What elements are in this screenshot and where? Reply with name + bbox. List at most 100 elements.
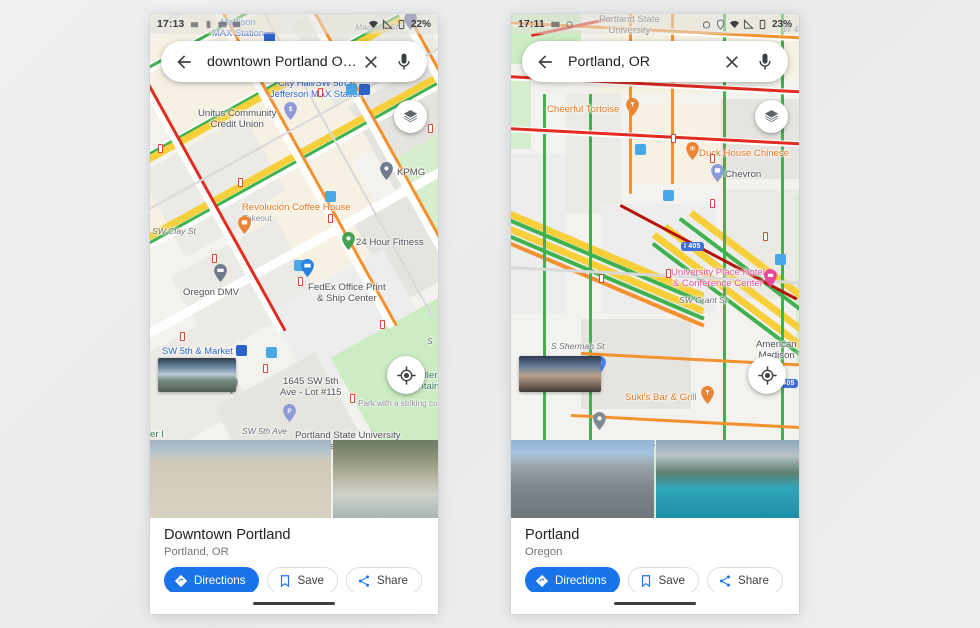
alarm-icon [702,20,711,29]
directions-button[interactable]: Directions [164,567,259,594]
layers-button[interactable] [755,100,788,133]
vibrate-icon [207,20,211,28]
place-photo[interactable] [511,440,654,518]
search-bar-right[interactable]: Portland, OR [522,41,788,82]
poi-pin-coffee[interactable] [238,216,251,234]
phone-right: Portland StateUniversityW 4thCheerful To… [511,14,799,614]
transit-icon[interactable] [775,254,786,265]
traffic-light-icon [666,269,671,278]
place-info-card-right: Portland Oregon Directions Save Share [511,518,799,594]
back-arrow-icon[interactable] [174,52,194,72]
status-right-icons: 23% [701,19,792,30]
poi-pin-dmv[interactable] [214,264,227,282]
transit-icon[interactable] [663,190,674,201]
microphone-icon[interactable] [755,52,775,72]
street-view-thumbnail[interactable] [158,358,236,392]
gesture-bar[interactable] [253,601,335,605]
place-subtitle: Oregon [525,546,563,558]
poi-pin-chevron[interactable] [711,164,724,182]
battery-icon [398,19,405,29]
transit-icon[interactable] [359,84,370,95]
place-title: Downtown Portland [164,527,291,543]
search-input[interactable]: Portland, OR [568,54,722,70]
status-time: 17:11 [518,18,545,30]
battery-percent: 22% [410,18,431,30]
transit-icon[interactable] [325,191,336,202]
bookmark-icon [641,574,650,587]
traffic-light-icon [263,364,268,373]
share-button[interactable]: Share [706,567,783,594]
photo-strip-left[interactable] [150,440,438,518]
mail-icon [218,21,227,27]
gesture-bar[interactable] [614,601,696,605]
layers-button[interactable] [394,100,427,133]
place-actions: Directions Save Share [164,567,424,594]
search-input[interactable]: downtown Portland Oregon [207,54,361,70]
poi-pin-parking[interactable]: P [283,404,296,422]
traffic-light-icon [710,154,715,163]
poi-pin-cheerful-tortoise[interactable] [626,98,639,116]
place-photo[interactable] [332,440,438,518]
wifi-icon [729,20,740,28]
status-left-icons [550,19,575,30]
poi-pin-fedex[interactable] [301,259,314,277]
layers-icon [764,110,779,123]
microphone-icon[interactable] [394,52,414,72]
place-info-card-left: Downtown Portland Portland, OR Direction… [150,518,438,594]
my-location-button[interactable] [387,356,425,394]
traffic-light-icon [671,134,676,143]
svg-text:$: $ [289,106,293,113]
wifi-icon [368,20,379,28]
location-icon [716,18,725,30]
back-arrow-icon[interactable] [535,52,555,72]
traffic-light-icon [298,277,303,286]
close-icon[interactable] [361,52,381,72]
battery-percent: 23% [771,18,792,30]
place-photo[interactable] [150,440,331,518]
vibrate-icon [566,20,573,28]
my-location-icon [396,365,416,385]
transit-icon[interactable] [346,84,357,95]
poi-pin-duck-house[interactable] [686,142,699,160]
place-photo[interactable] [656,440,799,518]
status-time: 17:13 [157,18,185,30]
save-label: Save [658,574,685,587]
poi-pin-credit-union[interactable]: $ [284,102,297,120]
status-bar-right: 17:11 23% [511,14,799,34]
close-icon[interactable] [722,52,742,72]
traffic-light-icon [710,199,715,208]
poi-pin-sukis-bar[interactable] [701,386,714,404]
street-view-thumbnail[interactable] [519,356,601,392]
directions-button[interactable]: Directions [525,567,620,594]
share-icon [719,574,731,587]
save-button[interactable]: Save [266,567,338,594]
status-left-icons [189,19,242,30]
share-button[interactable]: Share [345,567,422,594]
traffic-light-icon [350,394,355,403]
search-bar-left[interactable]: downtown Portland Oregon [161,41,427,82]
directions-label: Directions [555,574,607,587]
photo-strip-right[interactable] [511,440,799,518]
place-title: Portland [525,527,580,543]
layers-icon [403,110,418,123]
traffic-light-icon [599,274,604,283]
status-bar-left: 17:13 22% [150,14,438,34]
traffic-light-icon [428,124,433,133]
poi-pin-grey[interactable] [593,412,606,430]
poi-pin-university-place-hotel[interactable] [764,269,777,287]
battery-icon [759,19,766,29]
transit-icon[interactable] [266,347,277,358]
traffic-light-icon [158,144,163,153]
share-label: Share [737,574,769,587]
directions-icon [174,574,188,587]
transit-icon[interactable] [236,345,247,356]
my-location-icon [757,365,777,385]
traffic-light-icon [380,320,385,329]
traffic-light-icon [238,178,243,187]
save-button[interactable]: Save [627,567,699,594]
alarm-icon [191,21,199,27]
poi-pin-kpmg[interactable] [380,162,393,180]
my-location-button[interactable] [748,356,786,394]
transit-icon[interactable] [635,144,646,155]
poi-pin-fitness[interactable] [342,232,355,250]
